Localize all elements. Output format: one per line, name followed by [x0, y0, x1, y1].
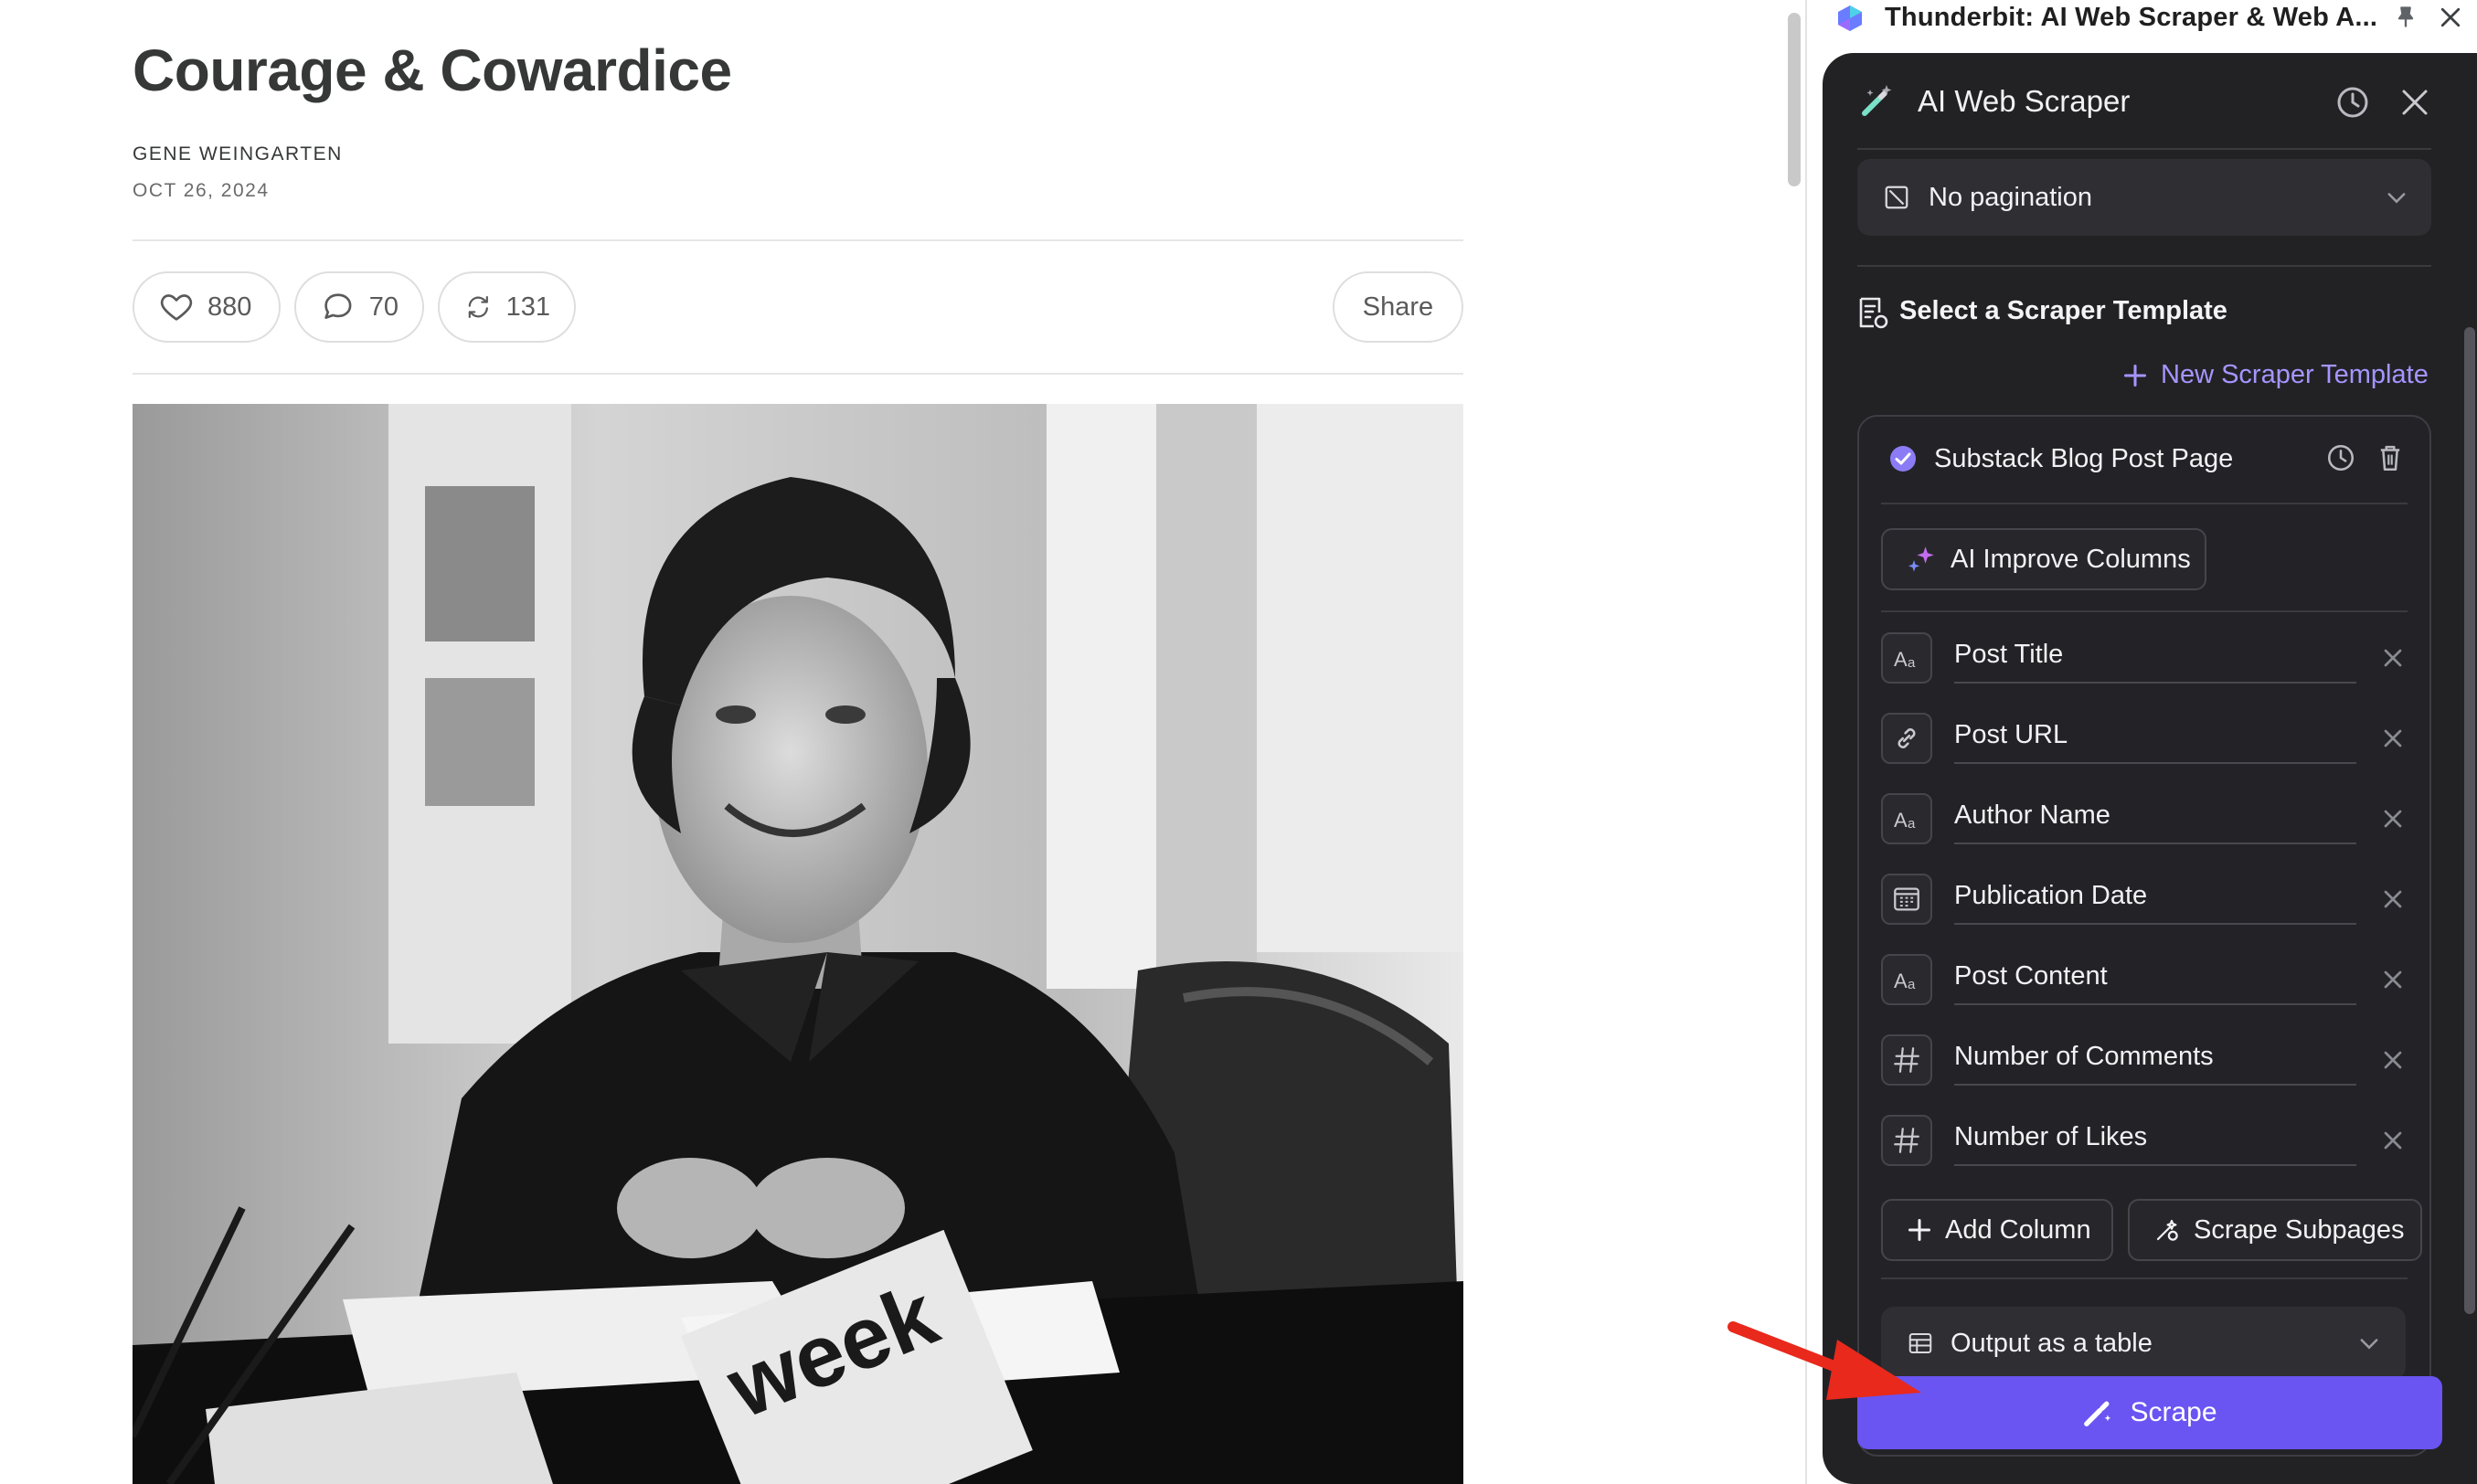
column-name-field[interactable]: Publication Date: [1954, 879, 2356, 925]
pagination-value: No pagination: [1929, 182, 2092, 212]
column-name-field[interactable]: Number of Comments: [1954, 1040, 2356, 1086]
remove-column-icon[interactable]: [2378, 885, 2408, 914]
scrape-button[interactable]: Scrape: [1857, 1376, 2442, 1449]
column-row[interactable]: Publication Date: [1881, 874, 2408, 932]
sparkle-icon: [1908, 546, 1934, 572]
restack-icon: [468, 296, 488, 318]
svg-text:a: a: [1908, 816, 1916, 832]
pagination-select[interactable]: No pagination: [1857, 159, 2431, 236]
like-button[interactable]: 880: [133, 271, 281, 343]
text-icon: Aa: [1881, 632, 1932, 684]
remove-column-icon[interactable]: [2378, 1126, 2408, 1155]
share-label: Share: [1362, 292, 1434, 322]
side-panel-header: Thunderbit: AI Web Scraper & Web A...: [1808, 0, 2477, 40]
heart-icon: [160, 294, 193, 321]
thunderbit-logo-icon: [1838, 5, 1862, 31]
template-name: Substack Blog Post Page: [1934, 444, 2234, 473]
panel-divider: [1805, 0, 1807, 1484]
restack-button[interactable]: 131: [438, 271, 576, 343]
add-column-label: Add Column: [1945, 1214, 2091, 1245]
article-page: Courage & Cowardice GENE WEINGARTEN OCT …: [0, 0, 1782, 1484]
divider: [133, 373, 1463, 375]
remove-column-icon[interactable]: [2378, 804, 2408, 833]
scrape-label: Scrape: [2130, 1397, 2217, 1427]
post-author[interactable]: GENE WEINGARTEN: [133, 143, 343, 165]
scraper-panel: AI Web Scraper No pagination Select a Sc…: [1823, 53, 2477, 1484]
no-pagination-icon: [1885, 186, 1908, 209]
hash-icon: [1881, 1034, 1932, 1086]
panel-title: AI Web Scraper: [1918, 84, 2131, 118]
new-template-label: New Scraper Template: [2161, 360, 2429, 389]
close-side-panel-icon[interactable]: [2437, 4, 2464, 31]
divider: [133, 239, 1463, 241]
column-row[interactable]: Aa Post Content: [1881, 954, 2408, 1012]
remove-column-icon[interactable]: [2378, 724, 2408, 753]
subpage-scrape-icon: [2156, 1219, 2178, 1241]
column-row[interactable]: Aa Author Name: [1881, 793, 2408, 852]
close-icon[interactable]: [2397, 84, 2433, 121]
svg-text:a: a: [1908, 977, 1916, 992]
pin-icon[interactable]: [2393, 4, 2419, 31]
column-row[interactable]: Aa Post Title: [1881, 632, 2408, 691]
restack-count: 131: [505, 292, 550, 322]
panel-scrollbar[interactable]: [2464, 327, 2475, 1314]
remove-column-icon[interactable]: [2378, 965, 2408, 994]
plus-icon: [1908, 1218, 1931, 1242]
ai-improve-columns-button[interactable]: AI Improve Columns: [1881, 528, 2206, 590]
comment-icon: [324, 293, 352, 319]
svg-text:A: A: [1894, 970, 1908, 992]
new-template-button[interactable]: New Scraper Template: [2122, 360, 2429, 390]
divider: [1881, 503, 2408, 504]
magic-wand-icon: [2084, 1401, 2111, 1426]
post-title: Courage & Cowardice: [133, 37, 732, 103]
chevron-down-icon: [2387, 193, 2406, 204]
like-count: 880: [207, 292, 252, 322]
check-circle-icon[interactable]: [1888, 444, 1918, 473]
svg-text:a: a: [1908, 655, 1916, 671]
divider: [1881, 1277, 2408, 1279]
remove-column-icon[interactable]: [2378, 643, 2408, 673]
column-name-field[interactable]: Post URL: [1954, 718, 2356, 764]
column-name-field[interactable]: Post Title: [1954, 638, 2356, 684]
divider: [1857, 148, 2431, 150]
scrape-subpages-button[interactable]: Scrape Subpages: [2128, 1199, 2422, 1261]
template-doc-icon: [1859, 297, 1888, 329]
svg-text:A: A: [1894, 648, 1908, 671]
post-hero-image: week: [133, 404, 1463, 1484]
extension-tab-title: Thunderbit: AI Web Scraper & Web A...: [1885, 3, 2378, 32]
remove-column-icon[interactable]: [2378, 1045, 2408, 1075]
column-row[interactable]: Number of Comments: [1881, 1034, 2408, 1093]
column-name-field[interactable]: Author Name: [1954, 799, 2356, 844]
magic-wand-icon: [1862, 85, 1892, 116]
divider: [1881, 610, 2408, 612]
output-format-select[interactable]: Output as a table: [1881, 1307, 2406, 1380]
calendar-icon: [1881, 874, 1932, 925]
column-row[interactable]: Post URL: [1881, 713, 2408, 771]
add-column-button[interactable]: Add Column: [1881, 1199, 2113, 1261]
chevron-down-icon: [2360, 1339, 2378, 1350]
ai-improve-label: AI Improve Columns: [1951, 544, 2191, 574]
text-icon: Aa: [1881, 954, 1932, 1005]
svg-text:A: A: [1894, 809, 1908, 832]
share-button[interactable]: Share: [1333, 271, 1463, 343]
divider: [1857, 265, 2431, 267]
history-icon[interactable]: [2334, 84, 2371, 121]
page-scrollbar[interactable]: [1788, 13, 1801, 186]
annotation-arrow-icon: [1728, 1321, 1921, 1400]
scrape-subpages-label: Scrape Subpages: [2194, 1214, 2405, 1245]
link-icon: [1881, 713, 1932, 764]
history-icon[interactable]: [2325, 442, 2356, 473]
column-name-field[interactable]: Post Content: [1954, 959, 2356, 1005]
column-name-field[interactable]: Number of Likes: [1954, 1120, 2356, 1166]
comment-count: 70: [368, 292, 399, 322]
comment-button[interactable]: 70: [294, 271, 424, 343]
trash-icon[interactable]: [2375, 442, 2406, 473]
hash-icon: [1881, 1115, 1932, 1166]
plus-icon: [2123, 364, 2147, 387]
output-format-value: Output as a table: [1951, 1328, 2153, 1358]
post-date: OCT 26, 2024: [133, 180, 270, 201]
text-icon: Aa: [1881, 793, 1932, 844]
column-row[interactable]: Number of Likes: [1881, 1115, 2408, 1173]
section-title: Select a Scraper Template: [1899, 296, 2227, 325]
